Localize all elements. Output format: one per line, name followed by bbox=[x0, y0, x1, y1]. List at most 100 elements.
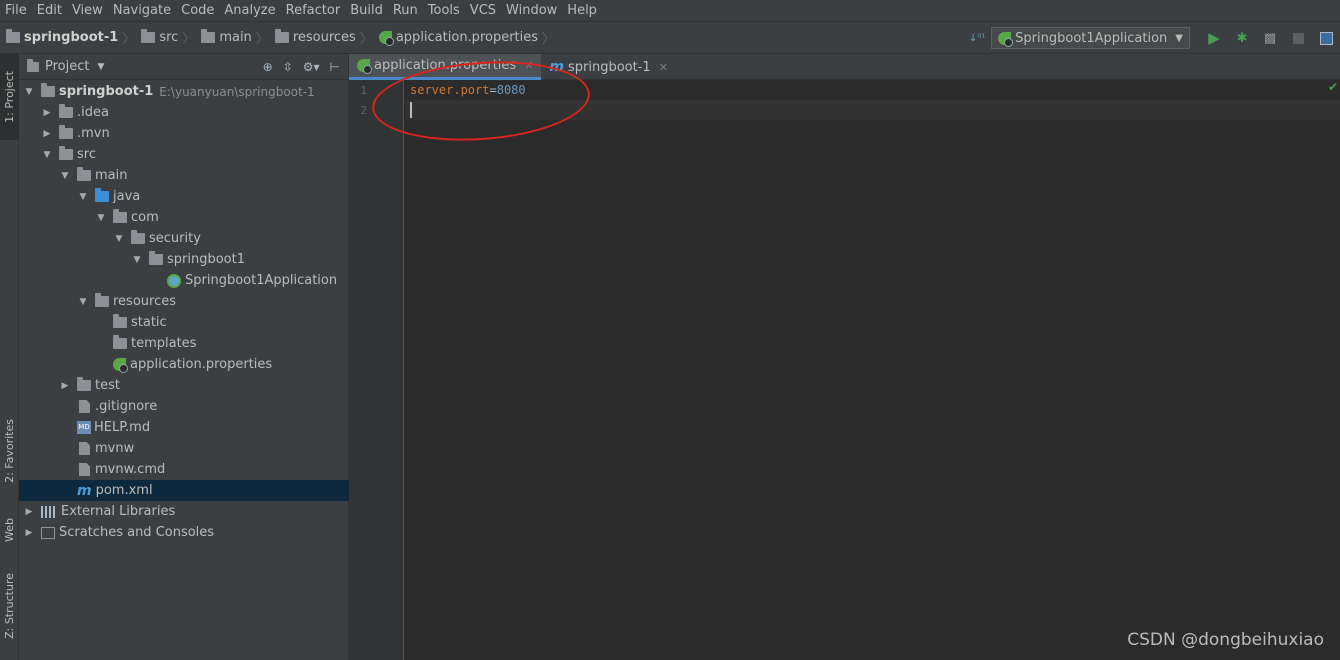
tree-item-label: static bbox=[131, 315, 167, 330]
breadcrumb-main[interactable]: main 〉 bbox=[195, 22, 269, 54]
settings-gear-icon[interactable]: ⚙▾ bbox=[303, 60, 320, 74]
menu-analyze[interactable]: Analyze bbox=[219, 0, 280, 22]
code-editor[interactable]: server.port=8080 ✔ bbox=[405, 80, 1340, 660]
tree-item[interactable]: MD HELP.md bbox=[19, 417, 349, 438]
tree-item[interactable]: m pom.xml bbox=[19, 480, 349, 501]
project-structure-icon[interactable] bbox=[1318, 30, 1334, 46]
tree-item[interactable]: ▶ External Libraries bbox=[19, 501, 349, 522]
menu-tools[interactable]: Tools bbox=[423, 0, 465, 22]
menu-run[interactable]: Run bbox=[388, 0, 423, 22]
hide-panel-icon[interactable]: ⊢ bbox=[330, 60, 340, 74]
collapsed-arrow-icon[interactable]: ▶ bbox=[23, 507, 35, 517]
tree-item-label: .idea bbox=[77, 105, 109, 120]
collapse-all-icon[interactable]: ⇳ bbox=[283, 60, 293, 74]
menu-help[interactable]: Help bbox=[562, 0, 602, 22]
expanded-arrow-icon[interactable]: ▼ bbox=[23, 87, 35, 97]
tree-item[interactable]: application.properties bbox=[19, 354, 349, 375]
run-configuration-select[interactable]: Springboot1Application ▼ bbox=[991, 27, 1190, 49]
tree-item[interactable]: ▼ resources bbox=[19, 291, 349, 312]
project-folder-icon bbox=[6, 29, 20, 43]
tree-item[interactable]: ▼ springboot-1 E:\yuanyuan\springboot-1 bbox=[19, 81, 349, 102]
run-config-label: Springboot1Application bbox=[1015, 30, 1168, 46]
menu-navigate[interactable]: Navigate bbox=[108, 0, 176, 22]
menu-file[interactable]: File bbox=[0, 0, 32, 22]
library-icon bbox=[41, 505, 57, 518]
tree-item-label: resources bbox=[113, 294, 177, 309]
vcs-update-icon[interactable]: ↓⁰¹ bbox=[969, 30, 985, 46]
run-icon[interactable]: ▶ bbox=[1206, 29, 1222, 47]
tool-tab-favorites[interactable]: 2: Favorites bbox=[0, 406, 19, 496]
tool-tab-project[interactable]: 1: Project bbox=[0, 54, 19, 140]
expanded-arrow-icon[interactable]: ▼ bbox=[113, 234, 125, 244]
tree-item[interactable]: .gitignore bbox=[19, 396, 349, 417]
coverage-icon[interactable]: ▩ bbox=[1262, 30, 1278, 46]
expanded-arrow-icon[interactable]: ▼ bbox=[131, 255, 143, 265]
expanded-arrow-icon[interactable]: ▼ bbox=[41, 150, 53, 160]
spring-properties-icon bbox=[378, 31, 394, 46]
tree-item[interactable]: ▶ test bbox=[19, 375, 349, 396]
stop-icon[interactable] bbox=[1290, 30, 1306, 46]
tree-item-label: External Libraries bbox=[61, 504, 176, 519]
tool-tab-label: 1: Project bbox=[3, 71, 16, 123]
no-problems-check-icon: ✔ bbox=[1327, 80, 1338, 94]
spring-properties-icon bbox=[113, 358, 128, 373]
folder-icon bbox=[113, 209, 127, 223]
tree-item[interactable]: mvnw.cmd bbox=[19, 459, 349, 480]
project-panel: Project ▼ ⊕ ⇳ ⚙▾ ⊢ ▼ springboot-1 E:\yuany… bbox=[19, 54, 349, 660]
folder-icon bbox=[113, 314, 127, 328]
expanded-arrow-icon[interactable]: ▼ bbox=[95, 213, 107, 223]
tree-item-label: test bbox=[95, 378, 120, 393]
menu-window[interactable]: Window bbox=[501, 0, 562, 22]
spring-properties-icon bbox=[357, 59, 372, 74]
tree-item-label: mvnw.cmd bbox=[95, 462, 166, 477]
menu-code[interactable]: Code bbox=[176, 0, 219, 22]
tree-item[interactable]: ▼ com bbox=[19, 207, 349, 228]
breadcrumb-file[interactable]: application.properties 〉 bbox=[373, 22, 555, 54]
spring-class-icon bbox=[167, 273, 181, 288]
collapsed-arrow-icon[interactable]: ▶ bbox=[23, 528, 35, 538]
breadcrumb-resources[interactable]: resources 〉 bbox=[269, 22, 373, 54]
breadcrumb-project[interactable]: springboot-1 〉 bbox=[0, 22, 135, 54]
tool-tab-structure[interactable]: Z: Structure bbox=[0, 566, 19, 646]
tree-item-label: springboot1 bbox=[167, 252, 245, 267]
folder-icon bbox=[141, 29, 156, 43]
collapsed-arrow-icon[interactable]: ▶ bbox=[59, 381, 71, 391]
project-path-hint: E:\yuanyuan\springboot-1 bbox=[159, 84, 315, 99]
menu-edit[interactable]: Edit bbox=[32, 0, 67, 22]
expanded-arrow-icon[interactable]: ▼ bbox=[77, 297, 89, 307]
project-panel-header: Project ▼ ⊕ ⇳ ⚙▾ ⊢ bbox=[19, 54, 348, 80]
watermark: CSDN @dongbeihuxiao bbox=[1127, 630, 1324, 650]
panel-toolbar: ⊕ ⇳ ⚙▾ ⊢ bbox=[263, 54, 340, 80]
run-toolbar: ↓⁰¹ Springboot1Application ▼ ▶ ✱ ▩ bbox=[963, 22, 1340, 54]
tree-item[interactable]: Springboot1Application bbox=[19, 270, 349, 291]
line-number: 2 bbox=[360, 104, 367, 117]
tree-item[interactable]: ▼ src bbox=[19, 144, 349, 165]
close-icon[interactable]: ✕ bbox=[659, 61, 668, 74]
tree-item[interactable]: static bbox=[19, 312, 349, 333]
expanded-arrow-icon[interactable]: ▼ bbox=[59, 171, 71, 181]
menu-refactor[interactable]: Refactor bbox=[281, 0, 346, 22]
project-view-selector[interactable]: Project ▼ bbox=[27, 58, 105, 74]
collapsed-arrow-icon[interactable]: ▶ bbox=[41, 108, 53, 118]
tree-item[interactable]: ▼ java bbox=[19, 186, 349, 207]
menu-vcs[interactable]: VCS bbox=[465, 0, 501, 22]
tree-item[interactable]: ▶ .mvn bbox=[19, 123, 349, 144]
tree-item[interactable]: ▼ springboot1 bbox=[19, 249, 349, 270]
chevron-down-icon: ▼ bbox=[97, 61, 105, 72]
expanded-arrow-icon[interactable]: ▼ bbox=[77, 192, 89, 202]
breadcrumb-src[interactable]: src 〉 bbox=[135, 22, 195, 54]
collapsed-arrow-icon[interactable]: ▶ bbox=[41, 129, 53, 139]
folder-icon bbox=[59, 146, 73, 160]
tool-tab-web[interactable]: Web bbox=[0, 506, 19, 554]
tree-item[interactable]: templates bbox=[19, 333, 349, 354]
tree-item[interactable]: ▶ .idea bbox=[19, 102, 349, 123]
menu-build[interactable]: Build bbox=[345, 0, 388, 22]
tree-item[interactable]: ▶ Scratches and Consoles bbox=[19, 522, 349, 543]
tree-item-label: Scratches and Consoles bbox=[59, 525, 215, 540]
tree-item[interactable]: ▼ security bbox=[19, 228, 349, 249]
menu-view[interactable]: View bbox=[67, 0, 108, 22]
locate-icon[interactable]: ⊕ bbox=[263, 60, 273, 74]
tree-item[interactable]: ▼ main bbox=[19, 165, 349, 186]
tree-item[interactable]: mvnw bbox=[19, 438, 349, 459]
debug-icon[interactable]: ✱ bbox=[1234, 30, 1250, 46]
